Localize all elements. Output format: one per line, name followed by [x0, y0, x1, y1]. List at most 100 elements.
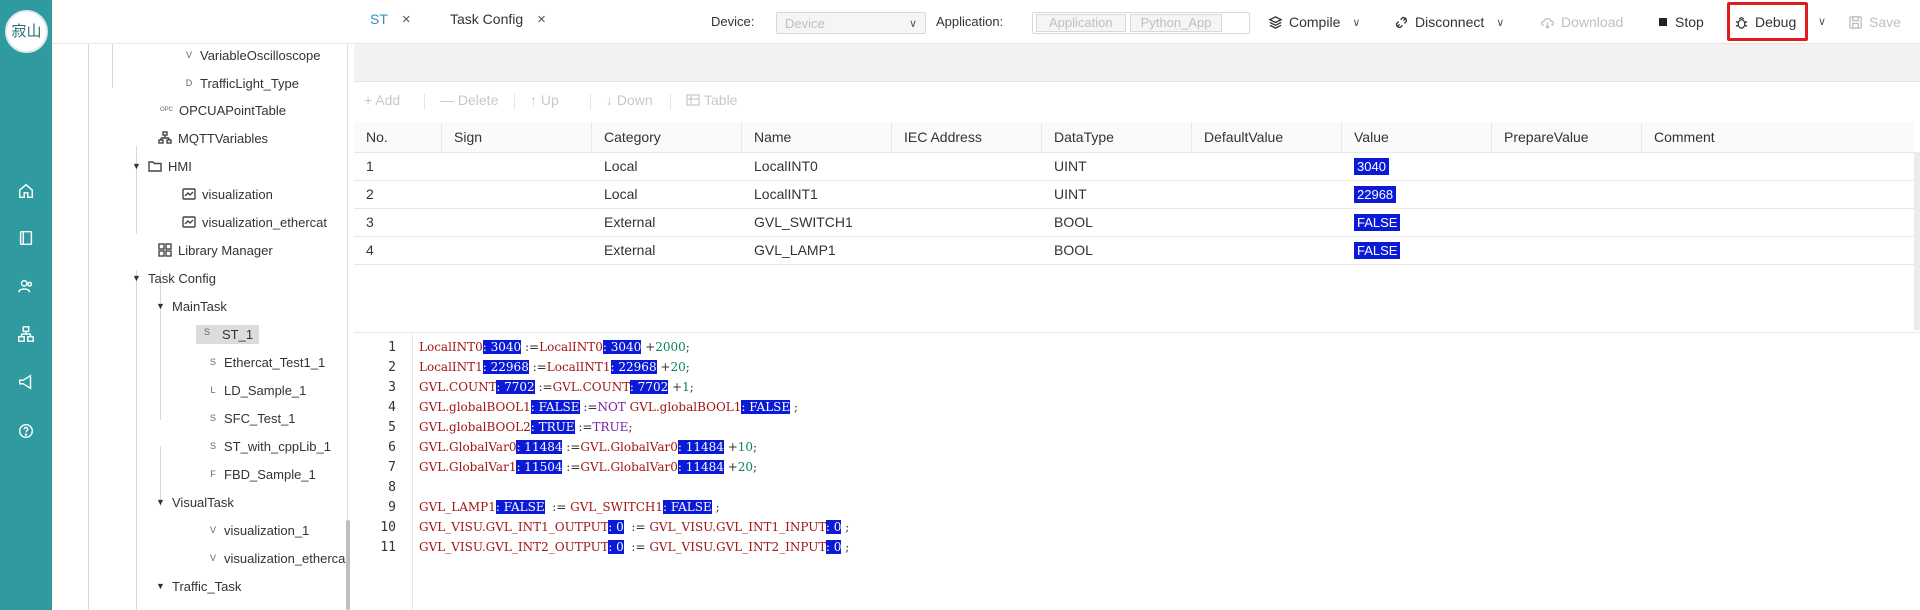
tree-item-opcua-point-table[interactable]: OPC OPCUAPointTable [160, 99, 286, 121]
line-number: 11 [380, 540, 396, 555]
disconnect-label: Disconnect [1415, 14, 1485, 30]
caret-down-icon[interactable]: ▼ [156, 581, 166, 591]
caret-down-icon[interactable]: ▼ [156, 301, 166, 311]
table-button[interactable]: Table [686, 92, 737, 108]
tab-task-config[interactable]: Task Config × [438, 0, 558, 38]
add-button[interactable]: + Add [364, 92, 400, 108]
megaphone-icon[interactable] [14, 370, 38, 394]
book-icon[interactable] [14, 226, 38, 250]
delete-button[interactable]: — Delete [440, 92, 498, 108]
cell-value[interactable]: FALSE [1342, 236, 1401, 264]
line-number: 5 [388, 420, 396, 435]
live-value-badge: : 0 [825, 540, 842, 554]
caret-down-icon[interactable]: ▼ [132, 273, 142, 283]
tree-item-fbd-sample-1[interactable]: F FBD_Sample_1 [208, 463, 316, 485]
chevron-down-icon[interactable]: ∨ [1352, 16, 1360, 29]
col-header-no[interactable]: No. [354, 122, 442, 152]
tree-item-library-manager[interactable]: Library Manager [158, 239, 273, 261]
live-value-badge: : 0 [825, 520, 842, 534]
code-line[interactable]: GVL.COUNT: 7702 :=GVL.COUNT: 7702 +1; [419, 380, 694, 394]
download-button[interactable]: Download [1540, 8, 1623, 36]
col-header-name[interactable]: Name [742, 122, 892, 152]
col-header-preparevalue[interactable]: PrepareValue [1492, 122, 1642, 152]
table-scrollbar[interactable] [1914, 152, 1920, 330]
tree-item-visualization-ethercat-1[interactable]: V visualization_etherca [208, 547, 346, 569]
cell-no: 2 [366, 186, 374, 202]
tree-item-hmi[interactable]: ▼ HMI [132, 155, 192, 177]
tree-item-mqtt-variables[interactable]: MQTTVariables [158, 127, 268, 149]
col-header-datatype[interactable]: DataType [1042, 122, 1192, 152]
tree-item-visualization-ethercat[interactable]: visualization_ethercat [182, 211, 327, 233]
debug-highlight-box [1727, 2, 1808, 41]
tree-item-trafficlight-type[interactable]: D TrafficLight_Type [184, 72, 299, 94]
save-button[interactable]: Save [1848, 8, 1901, 36]
network-icon[interactable] [14, 322, 38, 346]
stop-button[interactable]: Stop [1659, 8, 1704, 36]
chevron-down-icon[interactable]: ∨ [1818, 15, 1826, 28]
col-header-comment[interactable]: Comment [1642, 122, 1914, 152]
code-line[interactable]: GVL.GlobalVar1: 11504 :=GVL.GlobalVar0: … [419, 460, 757, 474]
fbd-badge: F [210, 469, 216, 479]
close-icon[interactable]: × [402, 11, 411, 28]
application-select[interactable]: Application Python_App [1032, 12, 1250, 34]
code-token: ; [841, 520, 850, 534]
users-icon[interactable] [14, 274, 38, 298]
device-select[interactable]: Device ∨ [776, 12, 926, 34]
tree-item-maintask[interactable]: ▼ MainTask [156, 295, 227, 317]
code-token: ; [689, 380, 694, 394]
sidebar-scrollbar[interactable] [346, 520, 350, 610]
compile-button[interactable]: Compile ∨ [1268, 8, 1360, 36]
cell-datatype: UINT [1054, 158, 1087, 174]
chevron-down-icon[interactable]: ∨ [1496, 16, 1504, 29]
code-line[interactable]: GVL_VISU.GVL_INT1_OUTPUT: 0 := GVL_VISU.… [419, 520, 849, 534]
caret-down-icon[interactable]: ▼ [156, 497, 166, 507]
up-button[interactable]: ↑ Up [530, 92, 559, 108]
code-token: GVL.globalBOOL1 [419, 400, 531, 414]
code-line[interactable]: GVL.globalBOOL2: TRUE :=TRUE; [419, 420, 632, 434]
tree-item-ld-sample-1[interactable]: L LD_Sample_1 [208, 379, 306, 401]
close-icon[interactable]: × [537, 11, 546, 28]
code-line[interactable]: GVL_VISU.GVL_INT2_OUTPUT: 0 := GVL_VISU.… [419, 540, 849, 554]
tree-item-ethercat-test1-1[interactable]: S Ethercat_Test1_1 [208, 351, 325, 373]
col-header-sign[interactable]: Sign [442, 122, 592, 152]
col-header-iec-address[interactable]: IEC Address [892, 122, 1042, 152]
disconnect-button[interactable]: Disconnect ∨ [1394, 8, 1504, 36]
code-token: 2000 [655, 340, 686, 354]
tree-item-visualtask[interactable]: ▼ VisualTask [156, 491, 234, 513]
code-token: := [623, 520, 650, 534]
col-header-category[interactable]: Category [592, 122, 742, 152]
datatype-badge: D [185, 78, 193, 88]
col-header-value[interactable]: Value [1342, 122, 1492, 152]
tab-st[interactable]: ST × [358, 0, 423, 38]
tree-item-st-with-cpplib-1[interactable]: S ST_with_cppLib_1 [208, 435, 331, 457]
code-line[interactable]: GVL.globalBOOL1: FALSE :=NOT GVL.globalB… [419, 400, 798, 414]
home-icon[interactable] [14, 179, 38, 203]
compile-label: Compile [1289, 14, 1341, 30]
tree-item-st-1[interactable]: S ST_1 [196, 323, 260, 345]
tree-item-visualization[interactable]: visualization [182, 183, 273, 205]
down-button[interactable]: ↓ Down [606, 92, 653, 108]
code-line[interactable]: GVL_LAMP1: FALSE := GVL_SWITCH1: FALSE ; [419, 500, 720, 514]
col-header-defaultvalue[interactable]: DefaultValue [1192, 122, 1342, 152]
cell-name: GVL_SWITCH1 [754, 214, 853, 230]
tree-item-sfc-test-1[interactable]: S SFC_Test_1 [208, 407, 296, 429]
tree-item-variable-oscilloscope[interactable]: V VariableOscilloscope [184, 44, 320, 66]
live-value-badge: : 11484 [677, 460, 724, 474]
code-line[interactable]: LocalINT0: 3040 :=LocalINT0: 3040 +2000; [419, 340, 690, 354]
live-value-badge: : FALSE [530, 400, 580, 414]
code-line[interactable]: GVL.GlobalVar0: 11484 :=GVL.GlobalVar0: … [419, 440, 757, 454]
cell-name: GVL_LAMP1 [754, 242, 836, 258]
cell-value[interactable]: 22968 [1342, 180, 1397, 208]
cell-value[interactable]: FALSE [1342, 208, 1401, 236]
tree-item-task-config[interactable]: ▼ Task Config [132, 267, 216, 289]
code-token: 10 [737, 440, 754, 454]
live-value-badge: : 7702 [496, 380, 535, 394]
help-icon[interactable] [14, 419, 38, 443]
cell-value[interactable]: 3040 [1342, 152, 1389, 180]
tree-item-visualization-1[interactable]: V visualization_1 [208, 519, 309, 541]
caret-down-icon[interactable]: ▼ [132, 161, 142, 171]
visualization-icon [182, 188, 196, 200]
ld-badge: L [210, 385, 216, 395]
code-line[interactable]: LocalINT1: 22968 :=LocalINT1: 22968 +20; [419, 360, 690, 374]
tree-item-traffic-task[interactable]: ▼ Traffic_Task [156, 575, 241, 597]
